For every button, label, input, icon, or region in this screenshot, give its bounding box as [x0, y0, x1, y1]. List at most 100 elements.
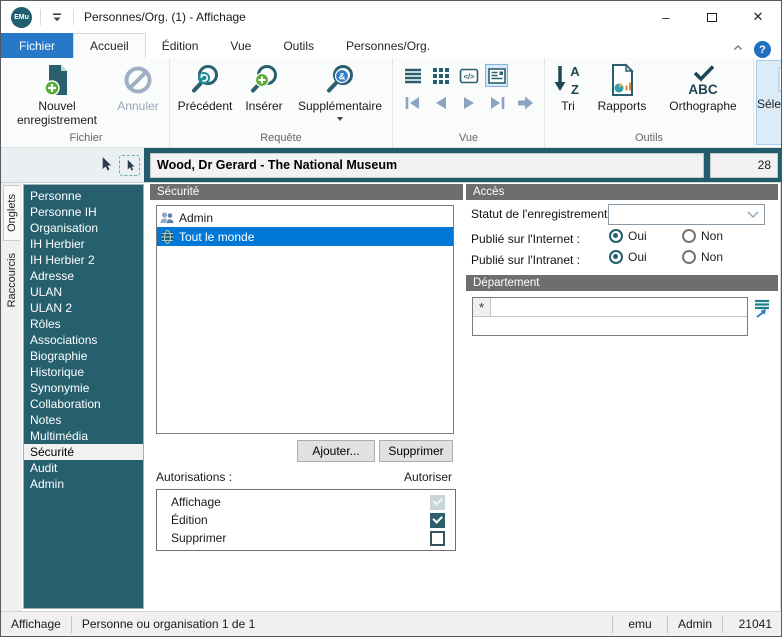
sidebar-item-personne-ih[interactable]: Personne IH — [24, 204, 143, 220]
first-record-button[interactable] — [401, 91, 424, 114]
additional-search-button[interactable]: & Supplémentaire — [290, 60, 390, 121]
internet-oui-radio[interactable] — [609, 229, 623, 243]
tab-personnes-org[interactable]: Personnes/Org. — [330, 33, 446, 58]
select-button[interactable]: Sélectionner — [756, 60, 781, 145]
additional-search-icon: & — [327, 65, 353, 93]
status-mode: Affichage — [11, 617, 61, 631]
spelling-icon: ABC — [688, 65, 718, 97]
tab-outils[interactable]: Outils — [267, 33, 330, 58]
permissions-label: Autorisations : — [156, 470, 233, 484]
globe-icon — [161, 229, 174, 244]
sort-button[interactable]: A Z Tri — [547, 60, 589, 114]
reports-button[interactable]: Rapports — [589, 60, 655, 114]
sidebar-item-notes[interactable]: Notes — [24, 412, 143, 428]
goto-record-button[interactable] — [513, 91, 536, 114]
security-group-list[interactable]: Admin Tout le monde — [156, 205, 454, 434]
group-label-fichier: Fichier — [69, 132, 103, 144]
help-button[interactable]: ? — [754, 41, 771, 58]
sidebar-item-historique[interactable]: Historique — [24, 364, 143, 380]
grid-view-button[interactable] — [429, 64, 452, 87]
next-record-button[interactable] — [457, 91, 480, 114]
code-view-button[interactable]: </> — [457, 64, 480, 87]
status-port: 21041 — [738, 617, 772, 631]
allow-column-header: Autoriser — [403, 470, 452, 484]
tab-vue[interactable]: Vue — [214, 33, 267, 58]
chevron-down-icon — [747, 210, 759, 218]
sidebar-item-multimedia[interactable]: Multimédia — [24, 428, 143, 444]
side-tab-onglets[interactable]: Onglets — [3, 185, 20, 241]
sidebar-item-associations[interactable]: Associations — [24, 332, 143, 348]
sidebar-item-adresse[interactable]: Adresse — [24, 268, 143, 284]
tab-accueil[interactable]: Accueil — [73, 33, 146, 58]
lookup-list-icon[interactable] — [753, 298, 771, 319]
minimize-button[interactable]: – — [643, 1, 689, 33]
internet-oui-label: Oui — [628, 229, 647, 243]
cancel-button[interactable]: Annuler — [109, 60, 167, 114]
sidebar-item-ih-herbier[interactable]: IH Herbier — [24, 236, 143, 252]
collapse-ribbon-icon[interactable] — [732, 42, 744, 57]
sidebar-item-synonymie[interactable]: Synonymie — [24, 380, 143, 396]
svg-text:Z: Z — [571, 82, 579, 97]
tab-fichier[interactable]: Fichier — [1, 33, 74, 58]
app-window: EMu Personnes/Org. (1) - Affichage – ✕ F… — [0, 0, 782, 637]
department-grid: * — [472, 297, 748, 336]
quick-access-dropdown-icon[interactable] — [49, 7, 65, 27]
sidebar-item-ulan-2[interactable]: ULAN 2 — [24, 300, 143, 316]
delete-group-button[interactable]: Supprimer — [379, 440, 453, 462]
side-tab-raccourcis[interactable]: Raccourcis — [4, 245, 20, 315]
intranet-non-label: Non — [701, 250, 724, 264]
code-view-icon: </> — [459, 68, 478, 83]
previous-search-button[interactable]: Précédent — [172, 60, 238, 114]
sidebar-item-ulan[interactable]: ULAN — [24, 284, 143, 300]
sidebar-item-collaboration[interactable]: Collaboration — [24, 396, 143, 412]
new-record-button[interactable]: Nouvel enregistrement — [5, 60, 109, 128]
permission-row-edition: Édition — [171, 511, 445, 529]
goto-record-icon — [517, 96, 533, 109]
sidebar-item-admin[interactable]: Admin — [24, 476, 143, 492]
sidebar-item-audit[interactable]: Audit — [24, 460, 143, 476]
pointer-cursor-icon[interactable] — [98, 155, 113, 175]
group-label-outils: Outils — [634, 132, 664, 144]
department-input[interactable] — [491, 298, 747, 316]
ribbon-tab-row: Fichier Accueil Édition Vue Outils Perso… — [1, 33, 781, 58]
ribbon: Nouvel enregistrement Annuler Fichier Pr… — [1, 58, 781, 148]
close-button[interactable]: ✕ — [735, 1, 781, 33]
affichage-checkbox[interactable] — [430, 494, 445, 510]
sidebar-item-ih-herbier-2[interactable]: IH Herbier 2 — [24, 252, 143, 268]
add-group-button[interactable]: Ajouter... — [297, 440, 375, 462]
tab-edition[interactable]: Édition — [146, 33, 215, 58]
details-view-button[interactable] — [485, 64, 508, 87]
record-status-combobox[interactable] — [608, 204, 765, 225]
new-row-marker[interactable]: * — [473, 298, 491, 316]
select-icon — [778, 67, 781, 92]
edition-checkbox[interactable] — [430, 512, 445, 528]
sidebar-item-biographie[interactable]: Biographie — [24, 348, 143, 364]
sidebar-item-securite[interactable]: Sécurité — [24, 444, 143, 460]
list-view-button[interactable] — [401, 64, 424, 87]
intranet-oui-radio[interactable] — [609, 250, 623, 264]
intranet-non-radio[interactable] — [682, 250, 696, 264]
last-record-button[interactable] — [485, 91, 508, 114]
previous-record-button[interactable] — [429, 91, 452, 114]
security-group-row-everyone[interactable]: Tout le monde — [157, 227, 453, 246]
status-service: emu — [628, 617, 652, 631]
select-cursor-icon — [127, 159, 134, 171]
sidebar-item-roles[interactable]: Rôles — [24, 316, 143, 332]
internet-non-radio[interactable] — [682, 229, 696, 243]
supprimer-checkbox[interactable] — [430, 530, 445, 546]
maximize-button[interactable] — [689, 1, 735, 33]
security-group-row-admin[interactable]: Admin — [157, 208, 453, 227]
security-group-name: Admin — [179, 210, 214, 225]
insert-button[interactable]: Insérer — [238, 60, 290, 114]
tab-content: Sécurité Admin Tout le monde Ajouter... … — [144, 183, 781, 611]
record-count: 28 — [710, 152, 778, 178]
sidebar-item-personne[interactable]: Personne — [24, 188, 143, 204]
status-bar: Affichage Personne ou organisation 1 de … — [1, 611, 781, 636]
emu-logo-icon: EMu — [11, 6, 32, 28]
select-mode-button[interactable] — [119, 154, 140, 176]
spelling-button[interactable]: ABC Orthographe — [655, 60, 751, 114]
sidebar-item-organisation[interactable]: Organisation — [24, 220, 143, 236]
insert-icon — [251, 65, 277, 93]
svg-text:A: A — [570, 64, 580, 79]
previous-search-icon — [192, 65, 218, 93]
